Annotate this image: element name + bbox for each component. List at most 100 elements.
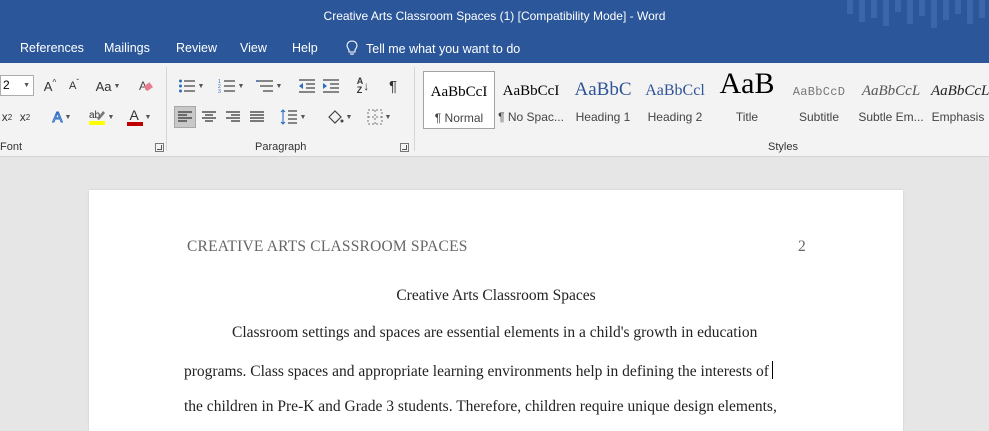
tell-me-search[interactable]: Tell me what you want to do xyxy=(346,40,520,56)
subscript-button[interactable]: x2 xyxy=(0,106,14,128)
eraser-icon: A xyxy=(139,79,153,93)
document-canvas: CREATIVE ARTS CLASSROOM SPACES 2 Creativ… xyxy=(0,157,989,431)
clear-formatting-button[interactable]: A xyxy=(136,75,156,97)
font-dialog-launcher-icon[interactable] xyxy=(155,143,164,152)
ribbon: 2 ▼ A ^ Aˇ Aa ▼ A x2 x2 A ▼ ab ▼ A ▼ Font ▼… xyxy=(0,63,989,157)
align-right-button[interactable] xyxy=(222,106,244,128)
group-separator xyxy=(166,67,167,151)
shading-button[interactable]: ▼ xyxy=(322,106,356,128)
style-normal[interactable]: AaBbCcI ¶ Normal xyxy=(423,71,495,129)
style-sample: AaBbCcL xyxy=(861,83,921,99)
tab-mailings[interactable]: Mailings xyxy=(104,41,150,55)
style-heading-1[interactable]: AaBbC Heading 1 xyxy=(567,71,639,129)
style-subtitle[interactable]: AaBbCcD Subtitle xyxy=(783,71,855,129)
sort-button[interactable]: A Z ↓ xyxy=(352,75,374,97)
line-spacing-icon xyxy=(280,109,297,125)
chevron-down-icon: ▼ xyxy=(64,113,72,121)
text-effects-glyph: A xyxy=(52,108,63,126)
style-name: ¶ Normal xyxy=(434,111,484,125)
font-color-icon: A xyxy=(126,107,143,126)
chevron-down-icon: ▼ xyxy=(345,113,353,121)
font-color-button[interactable]: A ▼ xyxy=(122,106,156,128)
style-sample: AaBbCcD xyxy=(792,85,846,99)
highlight-button[interactable]: ab ▼ xyxy=(84,106,118,128)
tab-references[interactable]: References xyxy=(20,41,84,55)
style-sample: AaBbCcI xyxy=(502,83,560,99)
multilevel-list-button[interactable]: ▼ xyxy=(252,75,286,97)
chevron-down-icon[interactable]: ▼ xyxy=(23,76,30,95)
font-size-box[interactable]: 2 ▼ xyxy=(0,75,34,96)
running-header: CREATIVE ARTS CLASSROOM SPACES xyxy=(187,238,468,255)
chevron-down-icon: ▼ xyxy=(107,113,115,121)
styles-gallery: AaBbCcI ¶ Normal AaBbCcI ¶ No Spac... Aa… xyxy=(421,67,989,131)
paragraph-group-label: Paragraph xyxy=(255,141,307,153)
borders-button[interactable]: ▼ xyxy=(362,106,396,128)
svg-text:3: 3 xyxy=(218,89,221,94)
title-bar-pattern xyxy=(839,0,989,33)
style-heading-2[interactable]: AaBbCcl Heading 2 xyxy=(639,71,711,129)
down-arrow-icon: ˇ xyxy=(76,77,79,87)
style-sample: AaBbC xyxy=(574,79,632,100)
align-center-icon xyxy=(202,111,216,122)
shrink-font-button[interactable]: Aˇ xyxy=(64,75,84,97)
font-group-label: Font xyxy=(0,141,23,153)
line-spacing-button[interactable]: ▼ xyxy=(276,106,310,128)
style-name: Subtle Em... xyxy=(858,110,924,124)
group-separator xyxy=(414,67,415,151)
style-subtle-emphasis[interactable]: AaBbCcL Subtle Em... xyxy=(855,71,927,129)
document-title: Creative Arts Classroom Spaces xyxy=(396,287,596,304)
increase-indent-icon xyxy=(323,79,339,93)
chevron-down-icon: ▼ xyxy=(197,82,205,90)
style-sample: AaBbCcl xyxy=(645,82,705,99)
up-arrow-icon: ^ xyxy=(52,77,57,87)
style-sample: AaBbCcL xyxy=(931,83,989,99)
chevron-down-icon: ▼ xyxy=(144,113,152,121)
align-left-button[interactable] xyxy=(174,106,196,128)
style-title[interactable]: AaB Title xyxy=(711,67,783,129)
numbering-button[interactable]: 123 ▼ xyxy=(214,75,248,97)
borders-icon xyxy=(367,109,383,125)
align-center-button[interactable] xyxy=(198,106,220,128)
document-page[interactable]: CREATIVE ARTS CLASSROOM SPACES 2 Creativ… xyxy=(89,190,903,431)
change-case-button[interactable]: Aa ▼ xyxy=(92,75,124,97)
grow-font-button[interactable]: A ^ xyxy=(40,75,60,97)
highlighter-icon: ab xyxy=(88,110,105,125)
style-name: Emphasis xyxy=(931,110,985,124)
tell-me-label: Tell me what you want to do xyxy=(366,42,521,56)
style-name: Title xyxy=(735,110,759,124)
increase-indent-button[interactable] xyxy=(320,75,342,97)
bullet-list-icon xyxy=(178,79,195,93)
style-emphasis[interactable]: AaBbCcL Emphasis xyxy=(927,71,989,129)
font-color-glyph: A xyxy=(129,107,139,123)
page-number: 2 xyxy=(798,238,806,255)
decrease-indent-icon xyxy=(299,79,315,93)
style-no-spacing[interactable]: AaBbCcI ¶ No Spac... xyxy=(495,71,567,129)
style-name: ¶ No Spac... xyxy=(498,110,564,124)
ribbon-tabs: References Mailings Review View Help Tel… xyxy=(0,33,989,63)
numbered-list-icon: 123 xyxy=(218,79,235,94)
tab-view[interactable]: View xyxy=(240,41,267,55)
paragraph-line: the children in Pre-K and Grade 3 studen… xyxy=(184,398,777,415)
chevron-down-icon: ▼ xyxy=(275,82,283,90)
chevron-down-icon: ▼ xyxy=(237,82,245,90)
font-color-swatch xyxy=(126,122,143,126)
bullets-button[interactable]: ▼ xyxy=(174,75,208,97)
tab-help[interactable]: Help xyxy=(292,41,318,55)
paragraph-dialog-launcher-icon[interactable] xyxy=(400,143,409,152)
paragraph-line-with-cursor: programs. Class spaces and appropriate l… xyxy=(184,361,773,381)
grow-font-glyph: A xyxy=(43,78,53,94)
subscript-mark: 2 xyxy=(7,112,13,122)
show-formatting-marks-button[interactable]: ¶ xyxy=(382,75,404,97)
title-bar: Creative Arts Classroom Spaces (1) [Comp… xyxy=(0,0,989,33)
superscript-button[interactable]: x2 xyxy=(16,106,34,128)
paint-bucket-icon xyxy=(327,110,344,124)
change-case-glyph: Aa xyxy=(95,78,112,94)
text-effects-button[interactable]: A ▼ xyxy=(46,106,78,128)
decrease-indent-button[interactable] xyxy=(296,75,318,97)
style-name: Subtitle xyxy=(798,110,840,124)
justify-button[interactable] xyxy=(246,106,268,128)
chevron-down-icon: ▼ xyxy=(113,82,121,90)
tab-review[interactable]: Review xyxy=(176,41,217,55)
lightbulb-icon xyxy=(346,40,358,55)
paragraph-line: Classroom settings and spaces are essent… xyxy=(232,324,758,341)
